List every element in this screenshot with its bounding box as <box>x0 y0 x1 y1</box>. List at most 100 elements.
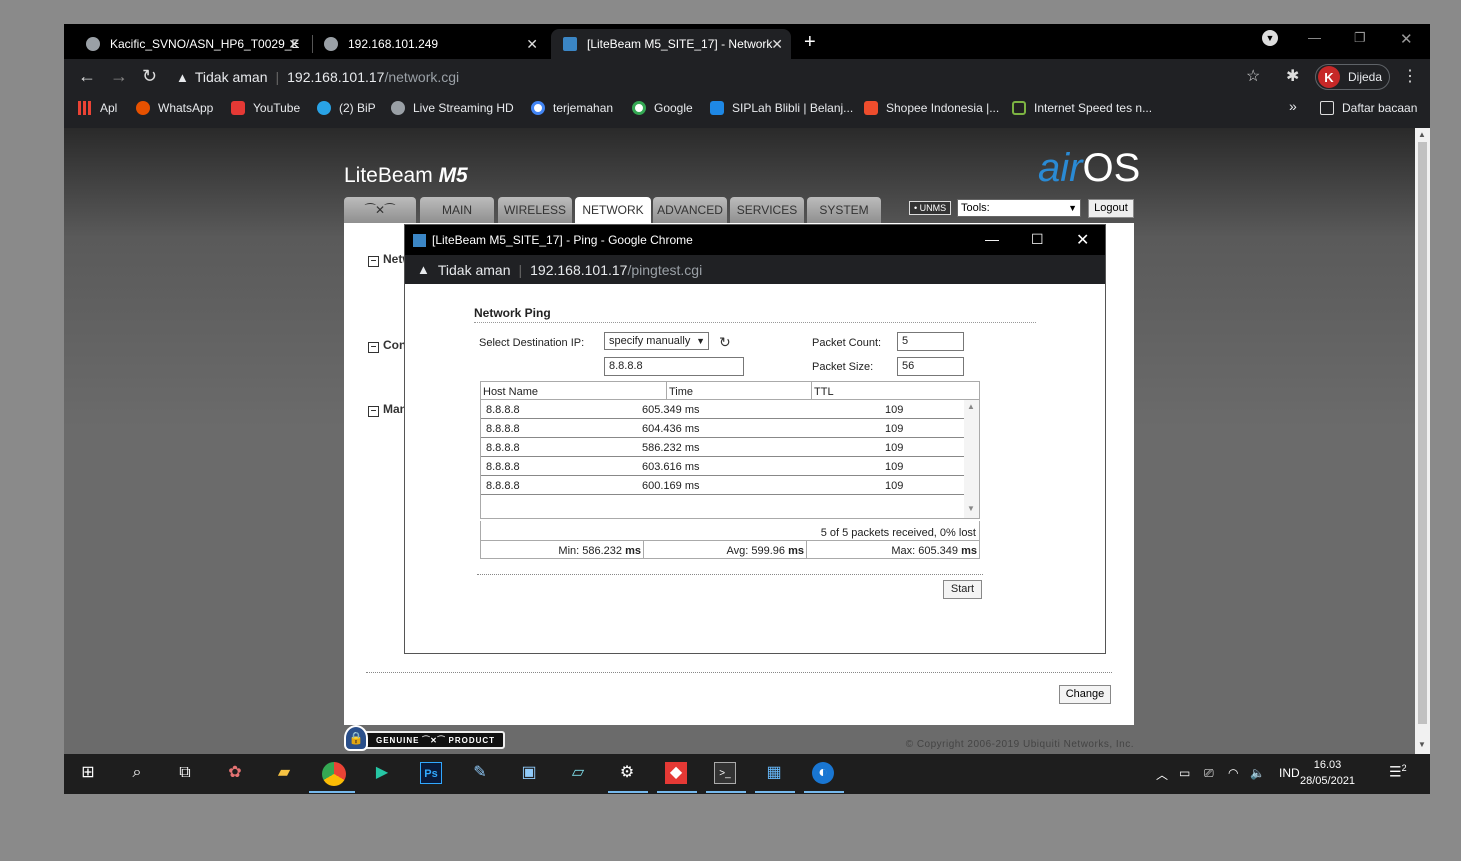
meet-now-icon[interactable]: ⎚ <box>1204 766 1214 781</box>
youtube-icon <box>231 101 245 115</box>
change-button[interactable]: Change <box>1059 685 1111 704</box>
tab-ubnt-logo[interactable]: ⁀✕⁀ <box>344 197 416 223</box>
collapse-icon[interactable]: – <box>368 342 379 353</box>
reading-list-button[interactable]: Daftar bacaan <box>1320 101 1417 115</box>
file-explorer-icon[interactable]: ▰ <box>273 762 295 784</box>
new-tab-button[interactable]: + <box>804 31 816 54</box>
terminal-icon[interactable]: >_ <box>714 762 736 784</box>
bookmark-label: Shopee Indonesia |... <box>886 101 1000 115</box>
section-configuration[interactable]: – Con <box>368 338 406 353</box>
tab-services[interactable]: SERVICES <box>730 197 804 223</box>
refresh-icon[interactable]: ↻ <box>719 334 731 351</box>
windows-start-icon[interactable]: ⊞ <box>77 762 99 784</box>
photoshop-icon[interactable]: Ps <box>420 762 442 784</box>
task-view-icon[interactable]: ⧉ <box>174 762 196 784</box>
search-icon[interactable]: ⌕ <box>126 762 148 784</box>
restore-icon[interactable]: ❐ <box>1354 30 1366 46</box>
scroll-down-icon[interactable]: ▼ <box>967 504 975 513</box>
anydesk-icon[interactable]: ◆ <box>665 762 687 784</box>
input-language[interactable]: IND <box>1279 766 1300 780</box>
bookmark-shopee[interactable]: Shopee Indonesia |... <box>864 101 999 115</box>
notification-center-icon[interactable]: ☰2 <box>1389 763 1407 781</box>
bookmark-bip[interactable]: (2) BiP <box>317 101 376 115</box>
close-tab-icon[interactable]: ✕ <box>771 36 783 53</box>
close-tab-icon[interactable]: ✕ <box>526 36 538 53</box>
browser-menu-icon[interactable]: ⋮ <box>1402 66 1418 86</box>
minimize-icon[interactable]: — <box>1308 30 1321 45</box>
ttl-cell: 109 <box>885 480 904 492</box>
destination-select[interactable]: specify manually ▼ <box>604 332 709 350</box>
bookmark-terjemahan[interactable]: terjemahan <box>531 101 613 115</box>
packet-size-input[interactable]: 56 <box>897 357 964 376</box>
forward-icon[interactable]: → <box>110 66 128 87</box>
scroll-thumb[interactable] <box>1418 142 1427 724</box>
settings-gear-icon[interactable]: ⚙ <box>616 762 638 784</box>
logout-button[interactable]: Logout <box>1088 199 1134 218</box>
notes-app-icon[interactable]: ▱ <box>567 762 589 784</box>
active-app-indicator <box>804 791 844 793</box>
host-cell: 8.8.8.8 <box>486 442 520 454</box>
browser-tab-2[interactable]: 192.168.101.249 ✕ <box>314 29 546 59</box>
extensions-icon[interactable]: ✱ <box>1286 66 1299 86</box>
scroll-up-icon[interactable]: ▲ <box>1418 130 1426 139</box>
bookmark-live-streaming[interactable]: Live Streaming HD <box>391 101 514 115</box>
battery-icon[interactable]: ▭ <box>1179 766 1190 780</box>
image-viewer-icon[interactable]: ▣ <box>518 762 540 784</box>
winbox-icon[interactable]: ◐ <box>812 762 834 784</box>
tab-network[interactable]: NETWORK <box>575 197 651 223</box>
close-window-icon[interactable]: ✕ <box>1400 30 1413 48</box>
show-hidden-icons-icon[interactable]: ︿ <box>1156 766 1168 783</box>
chrome-icon[interactable] <box>322 762 346 786</box>
browser-tab-3[interactable]: [LiteBeam M5_SITE_17] - Network ✕ <box>551 29 791 59</box>
bookmark-star-icon[interactable]: ☆ <box>1246 66 1260 86</box>
packet-count-input[interactable]: 5 <box>897 332 964 351</box>
profile-button[interactable]: K Dijeda <box>1315 64 1390 90</box>
back-icon[interactable]: ← <box>78 66 96 87</box>
close-icon[interactable]: ✕ <box>1076 230 1089 250</box>
bookmark-whatsapp[interactable]: WhatsApp <box>136 101 213 115</box>
close-tab-icon[interactable]: ✕ <box>288 36 300 53</box>
reload-icon[interactable]: ↻ <box>142 66 157 87</box>
bookmark-speedtest[interactable]: Internet Speed tes n... <box>1012 101 1152 115</box>
unms-label: UNMS <box>919 203 947 213</box>
scroll-up-icon[interactable]: ▲ <box>967 402 975 411</box>
unit-label: ms <box>788 545 804 557</box>
tools-select[interactable]: Tools: ▼ <box>957 199 1081 217</box>
bookmarks-overflow-icon[interactable]: » <box>1289 98 1297 114</box>
paint-brush-icon[interactable]: ✎ <box>469 762 491 784</box>
ping-results-table: Host Name Time TTL 8.8.8.8 605.349 ms 109 … <box>480 381 980 519</box>
table-row: 8.8.8.8 600.169 ms 109 <box>481 476 964 495</box>
paint-app-icon[interactable]: ✿ <box>224 762 246 784</box>
destination-ip-input[interactable]: 8.8.8.8 <box>604 357 744 376</box>
browser-tab-1[interactable]: Kacific_SVNO/ASN_HP6_T0029_E ✕ <box>76 29 308 59</box>
tab-system[interactable]: SYSTEM <box>807 197 881 223</box>
bookmark-siplah[interactable]: SIPLah Blibli | Belanj... <box>710 101 853 115</box>
collapse-icon[interactable]: – <box>368 406 379 417</box>
scroll-down-icon[interactable]: ▼ <box>1418 740 1426 749</box>
table-scrollbar[interactable]: ▲ ▼ <box>964 400 979 518</box>
volume-icon[interactable]: 🔈 <box>1250 766 1265 780</box>
tab-search-icon[interactable]: ▼ <box>1262 30 1278 46</box>
wifi-icon[interactable]: ◠ <box>1228 766 1238 780</box>
page-scrollbar[interactable]: ▲ ▼ <box>1415 128 1430 754</box>
tab-main[interactable]: MAIN <box>420 197 494 223</box>
network-app-icon[interactable]: ▦ <box>763 762 785 784</box>
tab-advanced[interactable]: ADVANCED <box>653 197 727 223</box>
table-body[interactable]: 8.8.8.8 605.349 ms 109 8.8.8.8 604.436 ms 10… <box>480 399 980 519</box>
address-bar[interactable]: ▲ Tidak aman | 192.168.101.17 /network.c… <box>172 63 1280 91</box>
section-management[interactable]: – Man <box>368 402 407 417</box>
bookmark-apps[interactable]: Apl <box>78 101 117 115</box>
unms-badge[interactable]: • UNMS <box>909 201 952 215</box>
start-button[interactable]: Start <box>943 580 982 599</box>
tab-wireless[interactable]: WIRELESS <box>498 197 572 223</box>
collapse-icon[interactable]: – <box>368 256 379 267</box>
clock[interactable]: 16.03 28/05/2021 <box>1300 757 1355 789</box>
bookmark-youtube[interactable]: YouTube <box>231 101 300 115</box>
kinemaster-icon[interactable]: ▶ <box>371 762 393 784</box>
maximize-icon[interactable]: ☐ <box>1031 231 1044 248</box>
minimize-icon[interactable]: — <box>985 231 999 247</box>
bookmark-label: Apl <box>100 101 118 115</box>
bookmark-google[interactable]: Google <box>632 101 693 115</box>
ping-summary: 5 of 5 packets received, 0% lost Min: 58… <box>480 521 980 559</box>
tab-separator <box>312 35 313 53</box>
